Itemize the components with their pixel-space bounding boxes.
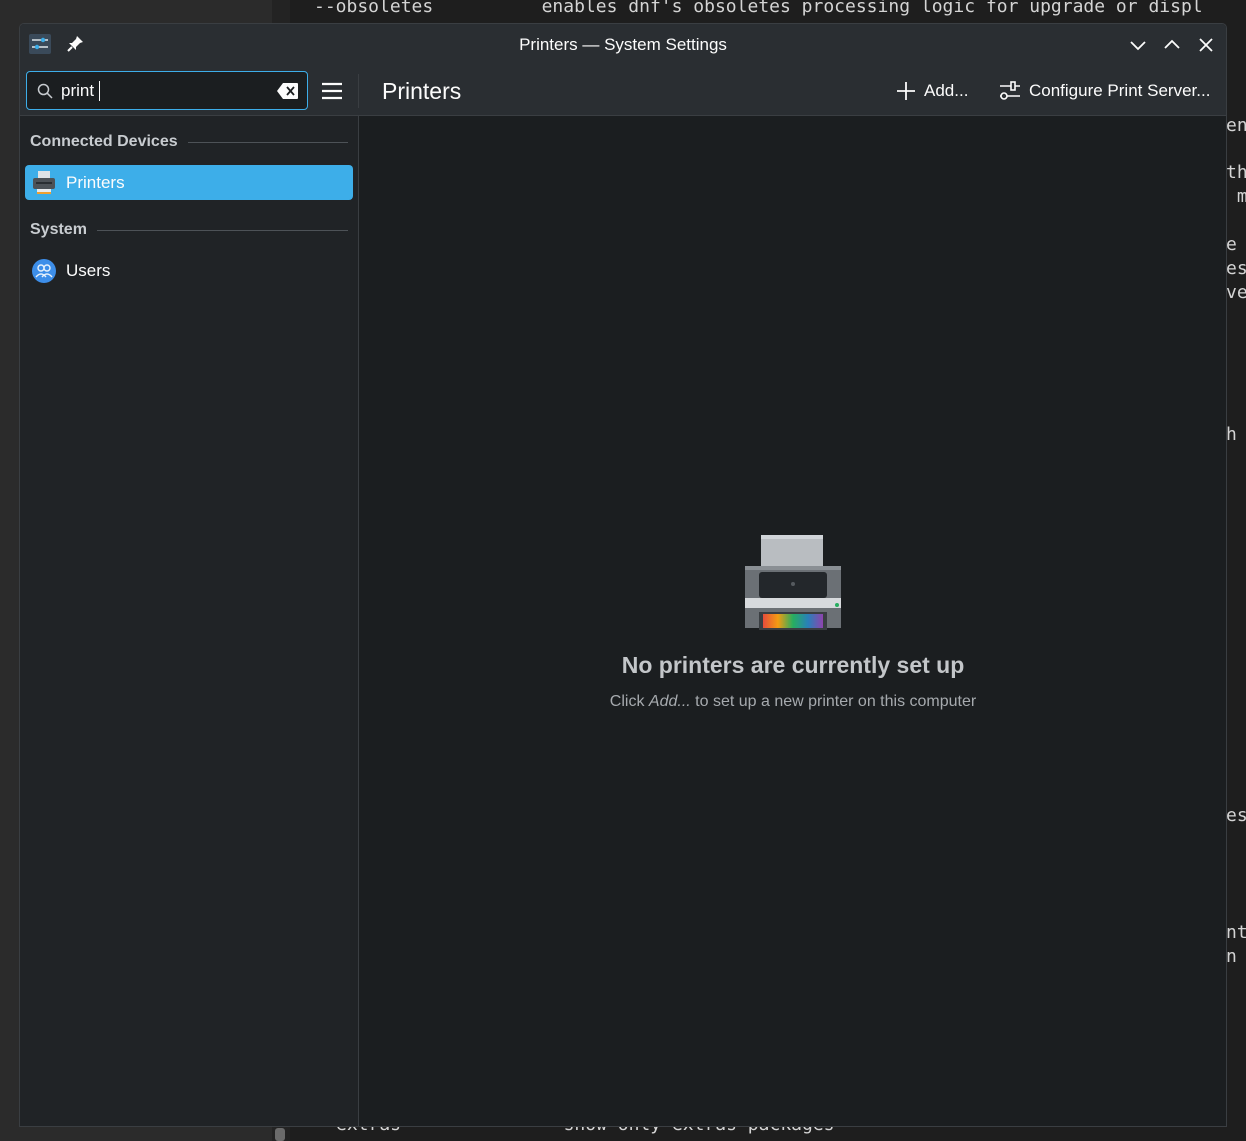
add-printer-button[interactable]: Add...	[896, 66, 968, 116]
section-divider	[187, 141, 348, 143]
text-cursor	[99, 81, 100, 101]
add-button-label: Add...	[924, 81, 969, 100]
search-icon	[37, 83, 53, 99]
chevron-down-icon	[1130, 41, 1146, 51]
terminal-line: e	[1226, 234, 1246, 255]
chevron-up-icon	[1164, 39, 1180, 49]
window-title: Printers — System Settings	[519, 35, 727, 54]
system-settings-window: Printers — System Settings print Printer…	[19, 23, 1227, 1127]
empty-state-title: No printers are currently set up	[621, 652, 965, 678]
sidebar-item-label: Users	[66, 260, 111, 280]
clear-text-icon[interactable]	[277, 82, 299, 100]
hint-text: Click	[609, 693, 649, 710]
close-icon	[1199, 38, 1213, 52]
configure-button-label: Configure Print Server...	[1029, 81, 1211, 100]
hint-emphasis: Add...	[648, 693, 691, 710]
printer-icon	[33, 170, 55, 194]
terminal-line: --obsoletes enables dnf's obsoletes proc…	[314, 0, 1203, 17]
sidebar-item-users[interactable]: Users	[25, 253, 353, 288]
sidebar-item-printers[interactable]: Printers	[25, 165, 353, 200]
hint-text: to set up a new printer on this computer	[690, 693, 977, 710]
sidebar-item-label: Printers	[66, 172, 125, 192]
terminal-line: es	[1226, 805, 1246, 826]
sidebar: Connected Devices Printers System Users	[20, 116, 359, 1126]
hamburger-menu-icon[interactable]	[320, 80, 344, 102]
settings-sliders-icon	[1000, 81, 1020, 100]
window-titlebar[interactable]: Printers — System Settings	[20, 24, 1226, 66]
section-header-system: System	[30, 219, 348, 241]
users-icon	[32, 258, 56, 283]
empty-state-hint: Click Add... to set up a new printer on …	[359, 693, 1226, 711]
terminal-line: th	[1226, 162, 1246, 183]
configure-print-server-button[interactable]: Configure Print Server...	[999, 66, 1210, 116]
printer-illustration-icon	[745, 535, 841, 630]
section-divider	[96, 229, 348, 231]
terminal-line: m	[1226, 186, 1246, 207]
maximize-button[interactable]	[1160, 33, 1184, 57]
close-button[interactable]	[1194, 33, 1218, 57]
main-content: No printers are currently set up Click A…	[359, 116, 1226, 1126]
terminal-scrollbar[interactable]	[275, 1128, 285, 1141]
section-header-connected-devices: Connected Devices	[30, 131, 348, 153]
terminal-line: en	[1226, 115, 1246, 136]
terminal-line: nt	[1226, 922, 1246, 943]
section-title: Connected Devices	[30, 133, 178, 150]
toolbar: Printers Add... Configure Print Server..…	[20, 66, 1226, 116]
toolbar-divider	[358, 74, 359, 108]
terminal-line: n	[1226, 946, 1246, 967]
empty-state: No printers are currently set up Click A…	[359, 534, 1226, 711]
search-input[interactable]	[61, 76, 271, 106]
search-field[interactable]	[26, 71, 308, 110]
minimize-button[interactable]	[1126, 33, 1150, 57]
terminal-line: es	[1226, 258, 1246, 279]
terminal-line: h	[1226, 424, 1246, 445]
terminal-line: ve	[1226, 282, 1246, 303]
page-title: Printers	[382, 78, 462, 104]
plus-icon	[897, 82, 915, 100]
section-title: System	[30, 221, 87, 238]
